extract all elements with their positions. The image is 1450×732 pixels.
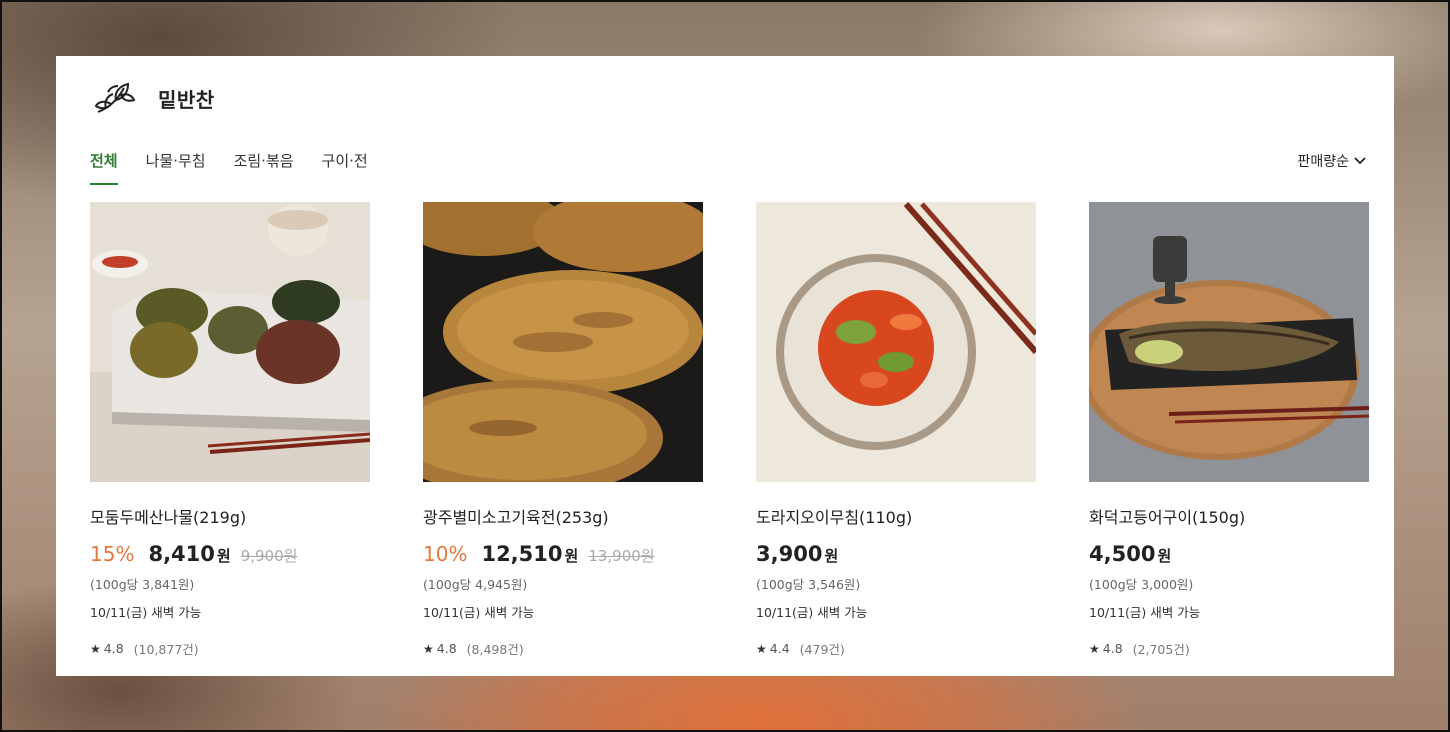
- product-name[interactable]: 광주별미소고기육전(253g): [423, 504, 703, 528]
- delivery-info: 10/11(금) 새벽 가능: [756, 605, 868, 620]
- review-count: (8,498건): [466, 642, 524, 657]
- section-header: 밑반찬: [94, 78, 215, 118]
- chevron-down-icon: [1354, 157, 1366, 165]
- category-tabs: 전체 나물·무침 조림·볶음 구이·전: [90, 150, 396, 185]
- currency-unit: 원: [216, 547, 231, 565]
- unit-price: (100g당 3,546원): [756, 577, 861, 592]
- star-icon: ★: [423, 641, 434, 656]
- price-row: 10% 12,510 원 13,900원: [423, 542, 703, 568]
- unit-price: (100g당 4,945원): [423, 577, 528, 592]
- discount-rate: 10%: [423, 542, 468, 566]
- rating: ★ 4.8 (8,498건): [423, 639, 703, 658]
- rating: ★ 4.8 (10,877건): [90, 639, 370, 658]
- price-row: 15% 8,410 원 9,900원: [90, 542, 370, 568]
- tab-all[interactable]: 전체: [90, 150, 118, 185]
- sort-label: 판매량순: [1297, 154, 1349, 170]
- star-icon: ★: [90, 641, 101, 656]
- original-price: 13,900원: [588, 547, 655, 565]
- sort-dropdown[interactable]: 판매량순: [1297, 151, 1366, 171]
- review-count: (479건): [799, 642, 845, 657]
- product-card[interactable]: 도라지오이무침(110g) 3,900 원 (100g당 3,546원) 10/…: [756, 202, 1036, 658]
- side-dish-section: 밑반찬 전체 나물·무침 조림·볶음 구이·전 판매량순 모둠두메산나물(219…: [56, 56, 1394, 676]
- sale-price: 4,500: [1089, 542, 1156, 566]
- delivery-info: 10/11(금) 새벽 가능: [90, 605, 202, 620]
- tab-grilled[interactable]: 구이·전: [322, 150, 368, 185]
- delivery-info: 10/11(금) 새벽 가능: [423, 605, 535, 620]
- original-price: 9,900원: [240, 547, 298, 565]
- product-name[interactable]: 모둠두메산나물(219g): [90, 504, 370, 528]
- rating-score: 4.8: [103, 641, 124, 656]
- section-title: 밑반찬: [158, 87, 215, 112]
- currency-unit: 원: [824, 547, 839, 565]
- rating: ★ 4.8 (2,705건): [1089, 639, 1369, 658]
- price-row: 4,500 원: [1089, 542, 1369, 568]
- currency-unit: 원: [564, 547, 579, 565]
- star-icon: ★: [756, 641, 767, 656]
- product-image-doraji[interactable]: [756, 202, 1036, 482]
- product-card[interactable]: 화덕고등어구이(150g) 4,500 원 (100g당 3,000원) 10/…: [1089, 202, 1369, 658]
- product-name[interactable]: 도라지오이무침(110g): [756, 504, 1036, 528]
- delivery-info: 10/11(금) 새벽 가능: [1089, 605, 1201, 620]
- product-card[interactable]: 모둠두메산나물(219g) 15% 8,410 원 9,900원 (100g당 …: [90, 202, 370, 658]
- tab-braised[interactable]: 조림·볶음: [234, 150, 294, 185]
- rating-score: 4.8: [436, 641, 457, 656]
- leaf-sprig-icon: [94, 82, 136, 113]
- currency-unit: 원: [1157, 547, 1172, 565]
- tab-namul[interactable]: 나물·무침: [146, 150, 206, 185]
- rating-score: 4.8: [1102, 641, 1123, 656]
- product-image-namul[interactable]: [90, 202, 370, 482]
- product-image-yukjeon[interactable]: [423, 202, 703, 482]
- sale-price: 8,410: [148, 542, 215, 566]
- product-name[interactable]: 화덕고등어구이(150g): [1089, 504, 1369, 528]
- product-image-mackerel[interactable]: [1089, 202, 1369, 482]
- rating: ★ 4.4 (479건): [756, 639, 1036, 658]
- rating-score: 4.4: [769, 641, 790, 656]
- unit-price: (100g당 3,000원): [1089, 577, 1194, 592]
- review-count: (2,705건): [1132, 642, 1190, 657]
- price-row: 3,900 원: [756, 542, 1036, 568]
- discount-rate: 15%: [90, 542, 135, 566]
- review-count: (10,877건): [133, 642, 199, 657]
- product-card[interactable]: 광주별미소고기육전(253g) 10% 12,510 원 13,900원 (10…: [423, 202, 703, 658]
- unit-price: (100g당 3,841원): [90, 577, 195, 592]
- sale-price: 12,510: [481, 542, 563, 566]
- star-icon: ★: [1089, 641, 1100, 656]
- sale-price: 3,900: [756, 542, 823, 566]
